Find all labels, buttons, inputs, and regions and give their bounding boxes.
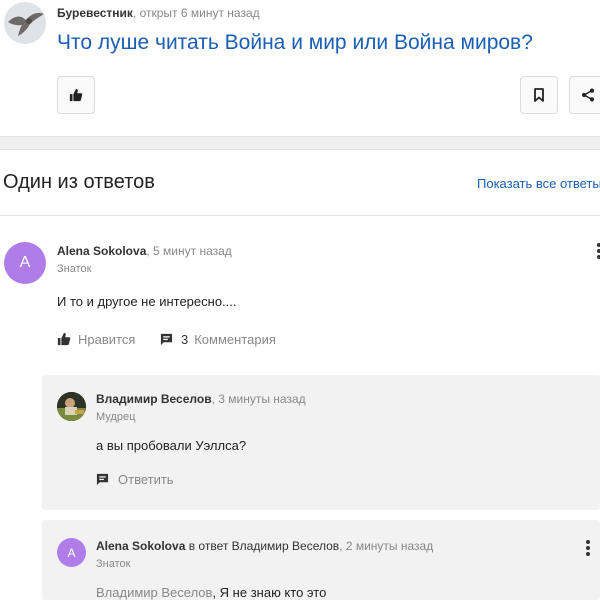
comment-more-menu[interactable] <box>586 540 590 558</box>
answers-divider <box>0 215 600 216</box>
comment-author-rank: Мудрец <box>96 411 136 423</box>
thumbs-up-icon <box>69 88 83 102</box>
comment-timestamp: , 3 минуты назад <box>211 392 306 406</box>
question-author-avatar[interactable] <box>4 2 46 44</box>
answer-author-rank: Знаток <box>57 263 92 275</box>
answer-like-button[interactable]: Нравится <box>57 331 135 347</box>
like-question-button[interactable] <box>57 76 95 114</box>
comment-author-name[interactable]: Alena Sokolova <box>96 539 185 553</box>
question-author-name[interactable]: Буревестник <box>57 6 133 20</box>
answers-heading: Один из ответов <box>3 171 155 193</box>
answer-author-avatar[interactable]: A <box>4 242 46 284</box>
comment-author-avatar[interactable]: A <box>57 538 86 567</box>
comment-text-body: , Я не знаю кто это <box>212 585 327 600</box>
reply-label: Ответить <box>118 471 174 487</box>
comment-meta: Владимир Веселов, 3 минуты назад <box>96 392 306 406</box>
comments-count: 3 <box>181 331 189 347</box>
comment-author-name[interactable]: Владимир Веселов <box>96 392 212 406</box>
reply-prefix: в ответ <box>185 539 232 553</box>
comment-icon <box>160 333 173 345</box>
question-meta: Буревестник, открыт 6 минут назад <box>57 6 260 20</box>
bookmark-icon <box>534 88 544 102</box>
comment-text: Владимир Веселов, Я не знаю кто это <box>96 585 326 600</box>
reply-to-user[interactable]: Владимир Веселов <box>232 539 339 553</box>
answer-text: И то и другое не интересно.... <box>57 294 237 309</box>
like-label: Нравится <box>78 331 136 347</box>
bookmark-button[interactable] <box>520 76 558 114</box>
avatar-letter: A <box>67 545 76 560</box>
comment-meta: Alena Sokolova в ответ Владимир Веселов,… <box>96 539 433 553</box>
comment-author-avatar[interactable] <box>57 392 86 421</box>
share-button[interactable] <box>569 76 600 114</box>
comments-label: Комментария <box>194 331 276 347</box>
comment-timestamp: , 2 минуты назад <box>339 539 434 553</box>
thumbs-up-icon <box>57 332 71 346</box>
avatar-letter: A <box>19 254 31 271</box>
question-timestamp: , открыт 6 минут назад <box>132 6 260 20</box>
section-divider <box>0 136 600 150</box>
answer-author-name[interactable]: Alena Sokolova <box>57 244 146 258</box>
share-icon <box>581 88 595 102</box>
question-title[interactable]: Что луше читать Война и мир или Война ми… <box>57 31 533 55</box>
show-all-answers-link[interactable]: Показать все ответы <box>477 176 600 191</box>
comment-author-rank: Знаток <box>96 558 131 570</box>
user-photo-icon <box>57 392 86 421</box>
comment-icon <box>96 473 109 485</box>
answer-comments-button[interactable]: 3 Комментария <box>160 331 276 347</box>
answer-timestamp: , 5 минут назад <box>146 244 232 258</box>
comment-text: а вы пробовали Уэллса? <box>96 438 247 453</box>
comment-reply-button[interactable]: Ответить <box>96 471 174 487</box>
answer-meta: Alena Sokolova, 5 минут назад <box>57 244 232 258</box>
petrel-bird-icon <box>4 2 46 44</box>
mention-link[interactable]: Владимир Веселов <box>96 585 212 600</box>
